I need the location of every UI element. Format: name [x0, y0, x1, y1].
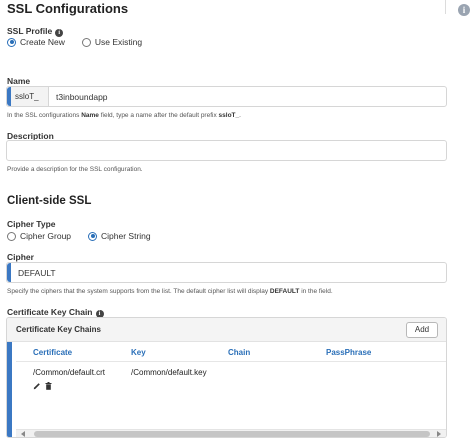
section-title-client-ssl: Client-side SSL: [7, 195, 92, 207]
name-field[interactable]: ssloT_ t3inboundapp: [6, 86, 447, 107]
name-help: In the SSL configurations Name field, ty…: [7, 112, 241, 119]
scroll-left-arrow-icon[interactable]: [21, 431, 25, 437]
radio-use-existing[interactable]: Use Existing: [81, 37, 143, 47]
radio-label: Use Existing: [94, 37, 143, 47]
radio-button[interactable]: [7, 37, 16, 47]
cipher-field[interactable]: DEFAULT: [6, 262, 447, 283]
help-text: field, type a name after the default pre…: [98, 112, 219, 119]
panel-title: Certificate Key Chains: [16, 325, 101, 334]
cipher-label: Cipher: [7, 252, 34, 262]
scroll-right-arrow-icon[interactable]: [437, 431, 441, 437]
cipher-help: Specify the ciphers that the system supp…: [7, 288, 333, 295]
column-header-certificate[interactable]: Certificate: [33, 348, 72, 357]
help-text: In the SSL configurations: [7, 112, 82, 119]
ssl-profile-label: SSL Profile i: [7, 26, 64, 37]
add-button[interactable]: Add: [406, 322, 438, 338]
help-bold: Name: [81, 112, 99, 119]
radio-label: Cipher String: [101, 231, 151, 241]
radio-button[interactable]: [7, 231, 16, 241]
description-help: Provide a description for the SSL config…: [7, 166, 143, 173]
divider: [445, 0, 446, 14]
cipher-type-label: Cipher Type: [7, 219, 56, 229]
radio-cipher-group[interactable]: Cipher Group: [7, 231, 71, 241]
scrollbar-thumb[interactable]: [34, 431, 430, 437]
pencil-icon[interactable]: [33, 382, 41, 390]
name-prefix: ssloT_: [11, 87, 49, 106]
column-header-key[interactable]: Key: [131, 348, 146, 357]
radio-label: Create New: [20, 37, 65, 47]
required-indicator: [7, 263, 11, 282]
radio-label: Cipher Group: [20, 231, 72, 241]
info-icon[interactable]: i: [55, 29, 64, 37]
radio-button[interactable]: [81, 37, 91, 47]
cell-key: /Common/default.key: [131, 368, 207, 377]
required-indicator: [7, 342, 12, 437]
radio-button[interactable]: [88, 231, 98, 241]
panel-header: Certificate Key Chains Add: [7, 318, 446, 342]
column-header-chain[interactable]: Chain: [228, 348, 250, 357]
ssl-profile-label-text: SSL Profile: [7, 26, 53, 36]
description-field[interactable]: [6, 140, 447, 161]
radio-cipher-string[interactable]: Cipher String: [88, 231, 151, 241]
cert-key-chain-panel: Certificate Key Chains Add Certificate K…: [6, 317, 447, 438]
radio-create-new[interactable]: Create New: [7, 37, 65, 47]
help-bold: DEFAULT: [269, 288, 300, 295]
page-title: SSL Configurations: [7, 1, 129, 16]
cipher-input-value[interactable]: DEFAULT: [18, 268, 56, 278]
help-text: Specify the ciphers that the system supp…: [7, 288, 270, 295]
trash-icon[interactable]: [45, 382, 52, 390]
help-text: .: [239, 112, 241, 119]
cert-key-chain-label-text: Certificate Key Chain: [7, 307, 93, 317]
cipher-type-radio-group: Cipher Group Cipher String: [7, 231, 168, 241]
help-text: in the field.: [299, 288, 333, 295]
cell-certificate: /Common/default.crt: [33, 368, 106, 377]
help-bold: ssloT_: [218, 112, 240, 119]
name-label: Name: [7, 76, 31, 86]
info-icon[interactable]: i: [458, 4, 470, 16]
name-input-value[interactable]: t3inboundapp: [56, 92, 108, 102]
ssl-profile-radio-group: Create New Use Existing: [7, 37, 159, 47]
horizontal-scrollbar[interactable]: [16, 429, 446, 437]
column-header-passphrase[interactable]: PassPhrase: [326, 348, 371, 357]
divider: [16, 361, 446, 362]
